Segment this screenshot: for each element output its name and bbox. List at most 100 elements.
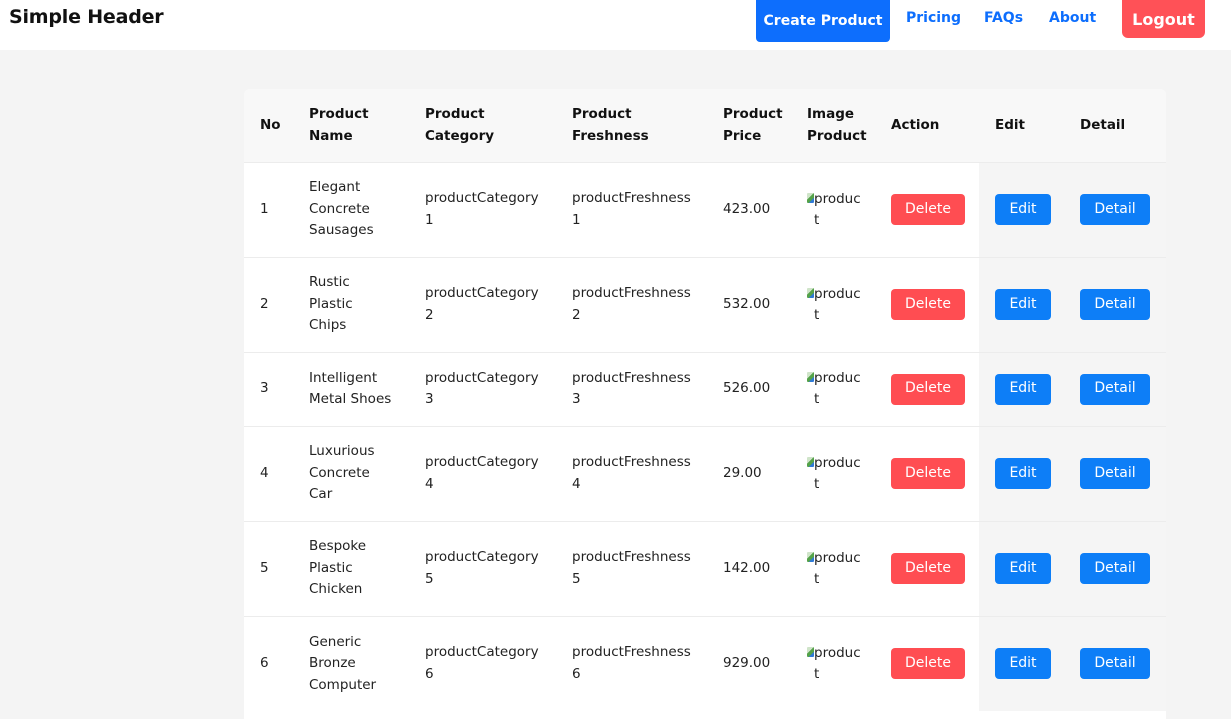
freshness-line: 4	[572, 475, 581, 492]
name-line: Intelligent	[309, 369, 378, 386]
broken-image-icon	[807, 646, 814, 657]
image-product-cell: product	[791, 352, 875, 426]
edit-cell: Edit	[979, 521, 1064, 616]
freshness-line: 3	[572, 391, 581, 407]
freshness-line: 1	[572, 211, 581, 228]
col-product-category-header: Product Category	[409, 89, 556, 162]
delete-button[interactable]: Delete	[891, 194, 965, 225]
edit-cell: Edit	[979, 616, 1064, 711]
delete-button[interactable]: Delete	[891, 373, 965, 405]
delete-button[interactable]: Delete	[891, 289, 965, 320]
product-category-cell: productCategory 1	[409, 162, 556, 257]
detail-cell: Detail	[1064, 616, 1166, 711]
edit-button[interactable]: Edit	[995, 373, 1051, 405]
table-row: 3 Intelligent Metal Shoes productCategory 3 p…	[244, 352, 1166, 426]
image-product-cell: product	[791, 257, 875, 352]
name-line: Sausages	[309, 222, 374, 239]
edit-button[interactable]: Edit	[995, 648, 1051, 680]
product-image: product	[807, 548, 867, 590]
product-category-cell: productCategory 4	[409, 426, 556, 521]
freshness-line: productFreshness	[572, 549, 691, 565]
header-label: Detail	[1080, 117, 1126, 134]
name-line: Computer	[309, 676, 377, 693]
edit-button[interactable]: Edit	[995, 553, 1051, 584]
header-label: Price	[723, 128, 762, 145]
delete-button[interactable]: Delete	[891, 553, 965, 584]
product-image: product	[807, 284, 867, 326]
name-line: Plastic	[309, 559, 353, 576]
name-line: Chips	[309, 317, 347, 334]
product-price: 423.00	[723, 200, 771, 217]
edit-button[interactable]: Edit	[995, 289, 1051, 320]
action-cell: Delete	[875, 257, 979, 352]
name-line: Car	[309, 486, 333, 503]
product-price: 142.00	[723, 559, 771, 576]
nav-pricing-link[interactable]: Pricing	[906, 10, 961, 26]
table-row: 4 Luxurious Concrete Car productCategory 4 pro…	[244, 426, 1166, 521]
table-row: 2 Rustic Plastic Chips productCategory 2 produ…	[244, 257, 1166, 352]
action-cell: Delete	[875, 426, 979, 521]
logout-button[interactable]: Logout	[1122, 0, 1205, 38]
delete-button[interactable]: Delete	[891, 648, 965, 680]
product-name-cell: Elegant Concrete Sausages	[293, 162, 409, 257]
col-product-price-header: Product Price	[707, 89, 791, 162]
table-header-row: No Product Name Product Category Product Fresh…	[244, 89, 1166, 162]
detail-cell: Detail	[1064, 521, 1166, 616]
header-label: Image	[807, 106, 855, 123]
freshness-line: productFreshness	[572, 454, 691, 470]
product-freshness-cell: productFreshness 3	[556, 352, 707, 426]
col-edit-header: Edit	[979, 89, 1064, 162]
category-line: productCategory	[425, 190, 539, 206]
product-image: product	[807, 368, 867, 410]
nav-faqs-link[interactable]: FAQs	[984, 10, 1023, 26]
header-label: Freshness	[572, 128, 649, 145]
broken-image-icon	[807, 287, 814, 298]
edit-button[interactable]: Edit	[995, 194, 1051, 225]
detail-button[interactable]: Detail	[1080, 373, 1150, 405]
row-number: 2	[260, 295, 269, 312]
category-line: 2	[425, 306, 434, 323]
edit-button[interactable]: Edit	[995, 458, 1051, 489]
detail-button[interactable]: Detail	[1080, 553, 1150, 584]
product-image: product	[807, 453, 867, 495]
freshness-line: 5	[572, 570, 581, 587]
row-number-cell: 2	[244, 257, 293, 352]
header-label: Product	[309, 106, 369, 123]
create-product-button[interactable]: Create Product	[756, 0, 890, 42]
delete-button[interactable]: Delete	[891, 458, 965, 489]
action-cell: Delete	[875, 162, 979, 257]
detail-cell: Detail	[1064, 352, 1166, 426]
header-label: Product	[807, 128, 867, 145]
name-line: Plastic	[309, 295, 353, 312]
detail-button[interactable]: Detail	[1080, 458, 1150, 489]
row-number-cell: 6	[244, 616, 293, 711]
detail-button[interactable]: Detail	[1080, 648, 1150, 680]
name-line: Metal Shoes	[309, 391, 392, 407]
row-number: 4	[260, 464, 269, 481]
col-product-freshness-header: Product Freshness	[556, 89, 707, 162]
name-line: Generic	[309, 633, 362, 650]
edit-cell: Edit	[979, 426, 1064, 521]
product-price: 29.00	[723, 464, 762, 481]
detail-button[interactable]: Detail	[1080, 289, 1150, 320]
product-price-cell: 526.00	[707, 352, 791, 426]
row-number: 5	[260, 559, 269, 576]
category-line: productCategory	[425, 285, 539, 301]
col-image-product-header: Image Product	[791, 89, 875, 162]
product-freshness-cell: productFreshness 1	[556, 162, 707, 257]
brand-title: Simple Header	[9, 6, 164, 28]
header-label: Product	[425, 106, 485, 123]
image-alt-text: product	[814, 454, 861, 492]
col-product-name-header: Product Name	[293, 89, 409, 162]
broken-image-icon	[807, 372, 814, 382]
nav-about-link[interactable]: About	[1049, 10, 1096, 26]
product-name-cell: Generic Bronze Computer	[293, 616, 409, 711]
row-number-cell: 1	[244, 162, 293, 257]
header-label: Category	[425, 128, 495, 145]
product-category-cell: productCategory 5	[409, 521, 556, 616]
category-line: productCategory	[425, 454, 539, 470]
broken-image-icon	[807, 456, 814, 467]
product-price-cell: 142.00	[707, 521, 791, 616]
detail-button[interactable]: Detail	[1080, 194, 1150, 225]
product-freshness-cell: productFreshness 2	[556, 257, 707, 352]
